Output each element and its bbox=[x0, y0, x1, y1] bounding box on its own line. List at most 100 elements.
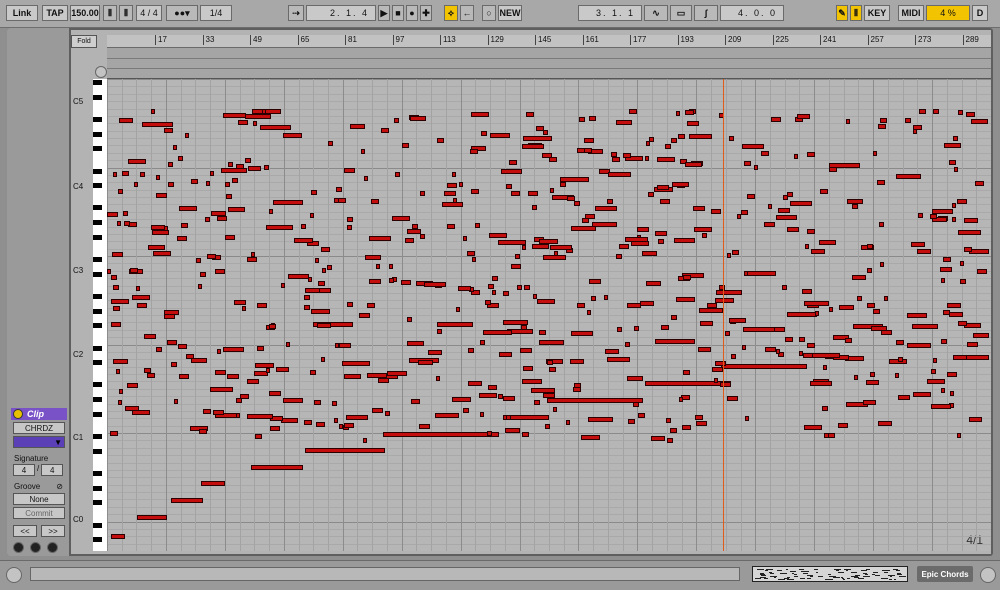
midi-note[interactable] bbox=[852, 275, 866, 280]
midi-note[interactable] bbox=[492, 290, 496, 295]
black-key[interactable] bbox=[93, 131, 102, 137]
midi-note[interactable] bbox=[702, 233, 707, 238]
midi-note[interactable] bbox=[725, 331, 730, 336]
midi-note[interactable] bbox=[880, 118, 887, 123]
loop-brace-lanes[interactable] bbox=[107, 48, 991, 79]
midi-note[interactable] bbox=[678, 134, 685, 139]
midi-note[interactable] bbox=[225, 235, 235, 240]
midi-note[interactable] bbox=[498, 240, 526, 245]
midi-note[interactable] bbox=[463, 236, 467, 241]
midi-note[interactable] bbox=[811, 249, 825, 254]
midi-note[interactable] bbox=[547, 398, 643, 403]
midi-note[interactable] bbox=[136, 286, 140, 291]
midi-note[interactable] bbox=[953, 136, 958, 141]
midi-note[interactable] bbox=[168, 162, 173, 167]
groove-field[interactable]: None bbox=[13, 493, 65, 505]
midi-note[interactable] bbox=[919, 109, 926, 114]
black-key[interactable] bbox=[93, 183, 102, 189]
midi-note[interactable] bbox=[458, 286, 471, 291]
midi-note[interactable] bbox=[364, 176, 368, 181]
midi-note[interactable] bbox=[137, 303, 147, 308]
keyboard-icon[interactable]: ⦀ bbox=[850, 5, 862, 21]
midi-note[interactable] bbox=[311, 190, 317, 195]
midi-note[interactable] bbox=[481, 131, 487, 136]
midi-note[interactable] bbox=[670, 428, 677, 433]
midi-note[interactable] bbox=[226, 194, 232, 199]
midi-note[interactable] bbox=[729, 136, 734, 141]
midi-note[interactable] bbox=[123, 211, 128, 216]
midi-note[interactable] bbox=[407, 317, 412, 322]
black-key[interactable] bbox=[93, 470, 102, 476]
midi-note[interactable] bbox=[969, 249, 989, 254]
midi-note[interactable] bbox=[310, 370, 316, 375]
midi-note[interactable] bbox=[532, 244, 549, 249]
midi-note[interactable] bbox=[118, 189, 123, 194]
midi-note[interactable] bbox=[281, 418, 298, 423]
midi-note[interactable] bbox=[475, 223, 480, 228]
midi-note[interactable] bbox=[266, 368, 270, 373]
midi-note[interactable] bbox=[667, 438, 673, 443]
midi-note[interactable] bbox=[472, 257, 476, 262]
midi-note[interactable] bbox=[967, 342, 978, 347]
midi-note[interactable] bbox=[153, 251, 171, 256]
nudge-up-icon[interactable]: ⦀ bbox=[119, 5, 133, 21]
midi-note[interactable] bbox=[532, 205, 537, 210]
midi-note[interactable] bbox=[810, 353, 840, 358]
midi-note[interactable] bbox=[156, 193, 167, 198]
midi-note[interactable] bbox=[857, 296, 862, 301]
midi-note[interactable] bbox=[524, 285, 530, 290]
midi-note[interactable] bbox=[255, 434, 262, 439]
midi-note[interactable] bbox=[418, 360, 433, 365]
black-key[interactable] bbox=[93, 345, 102, 351]
midi-note[interactable] bbox=[655, 339, 695, 344]
midi-note[interactable] bbox=[286, 342, 290, 347]
midi-note[interactable] bbox=[124, 221, 130, 226]
midi-note[interactable] bbox=[387, 371, 407, 376]
midi-note[interactable] bbox=[328, 141, 333, 146]
midi-note[interactable] bbox=[807, 229, 815, 234]
midi-note[interactable] bbox=[711, 209, 721, 214]
midi-note[interactable] bbox=[845, 338, 852, 343]
midi-note[interactable] bbox=[778, 208, 790, 213]
midi-note[interactable] bbox=[960, 279, 966, 284]
midi-note[interactable] bbox=[179, 206, 197, 211]
midi-note[interactable] bbox=[111, 275, 117, 280]
midi-note[interactable] bbox=[156, 347, 162, 352]
midi-note[interactable] bbox=[127, 383, 138, 388]
midi-note[interactable] bbox=[543, 393, 555, 398]
midi-note[interactable] bbox=[283, 133, 302, 138]
midi-note[interactable] bbox=[633, 402, 639, 407]
fold-button[interactable]: Fold bbox=[71, 35, 97, 48]
midi-note[interactable] bbox=[480, 412, 484, 417]
midi-note[interactable] bbox=[695, 415, 703, 420]
midi-note[interactable] bbox=[151, 109, 155, 114]
black-key[interactable] bbox=[93, 271, 102, 277]
midi-note[interactable] bbox=[560, 177, 589, 182]
midi-note[interactable] bbox=[867, 268, 872, 273]
midi-note[interactable] bbox=[196, 258, 201, 263]
midi-note[interactable] bbox=[247, 257, 257, 262]
midi-note[interactable] bbox=[269, 209, 273, 214]
midi-note[interactable] bbox=[878, 124, 886, 129]
midi-note[interactable] bbox=[122, 171, 129, 176]
midi-note[interactable] bbox=[232, 178, 238, 183]
midi-note[interactable] bbox=[245, 158, 251, 163]
groove-hot-swap-icon[interactable]: ⊘ bbox=[56, 482, 63, 491]
stop-icon[interactable]: ■ bbox=[392, 5, 404, 21]
midi-note[interactable] bbox=[648, 192, 654, 197]
midi-note[interactable] bbox=[642, 251, 657, 256]
midi-note[interactable] bbox=[281, 283, 285, 288]
midi-note[interactable] bbox=[824, 433, 829, 438]
midi-note[interactable] bbox=[917, 249, 931, 254]
midi-note[interactable] bbox=[452, 172, 456, 177]
midi-note[interactable] bbox=[260, 125, 291, 130]
midi-note[interactable] bbox=[799, 337, 805, 342]
midi-note[interactable] bbox=[573, 387, 581, 392]
midi-note[interactable] bbox=[566, 420, 570, 425]
midi-note[interactable] bbox=[164, 314, 175, 319]
midi-note[interactable] bbox=[611, 152, 617, 157]
midi-note[interactable] bbox=[179, 374, 189, 379]
midi-note[interactable] bbox=[768, 204, 772, 209]
midi-note[interactable] bbox=[156, 175, 160, 180]
midi-note[interactable] bbox=[506, 415, 511, 420]
